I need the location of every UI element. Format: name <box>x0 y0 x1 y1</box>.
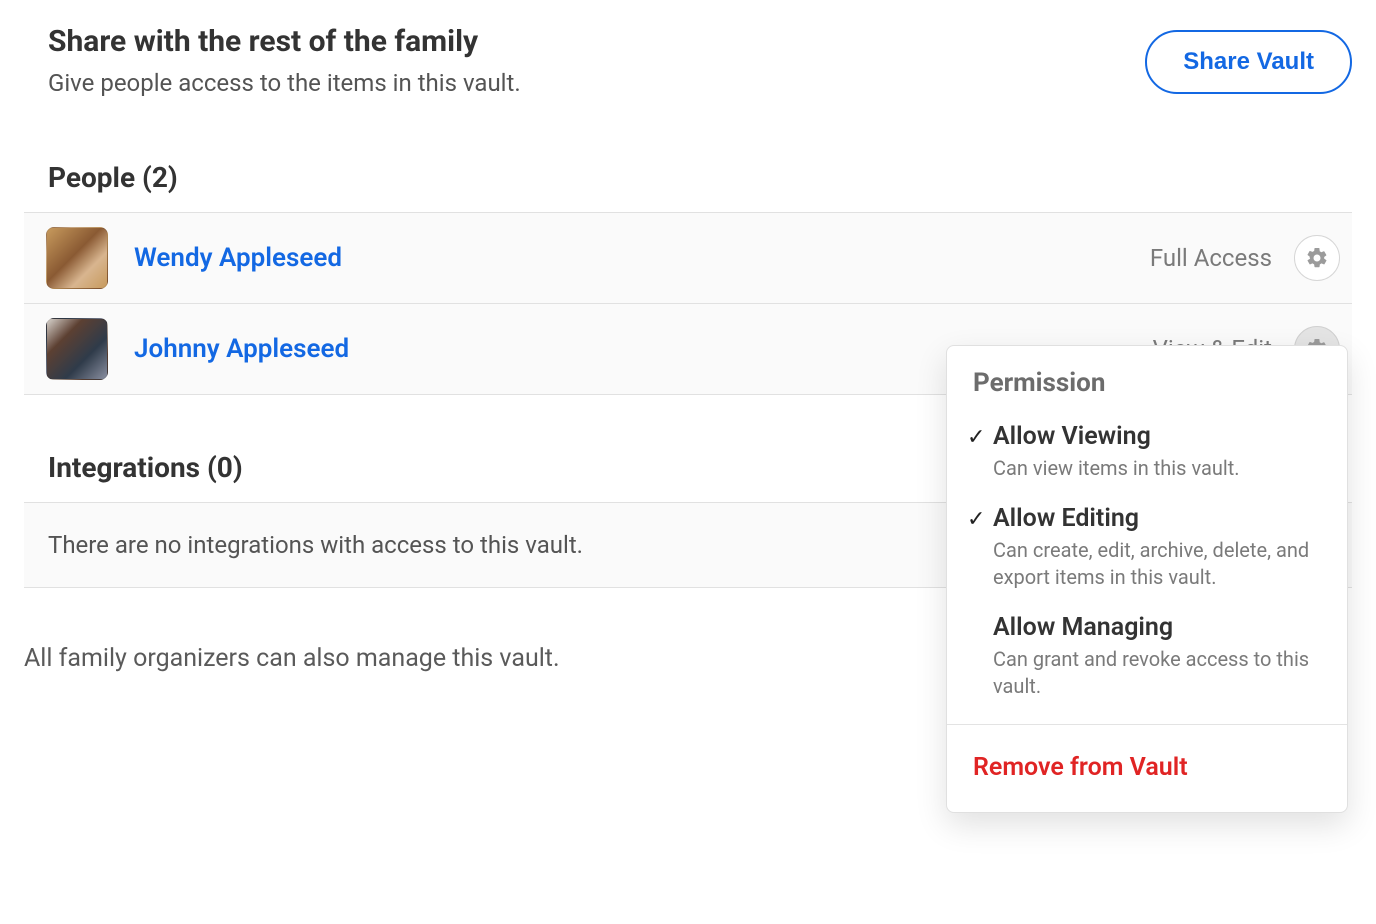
permission-option-allow-viewing[interactable]: ✓ Allow Viewing Can view items in this v… <box>947 410 1347 492</box>
permission-option-label: Allow Editing <box>993 504 1321 533</box>
permission-option-label: Allow Managing <box>993 613 1321 642</box>
permission-option-desc: Can view items in this vault. <box>993 455 1321 482</box>
share-vault-button[interactable]: Share Vault <box>1145 30 1352 94</box>
permission-option-label: Allow Viewing <box>993 422 1321 451</box>
permission-popup: Permission ✓ Allow Viewing Can view item… <box>946 345 1348 813</box>
page-title: Share with the rest of the family <box>48 24 521 59</box>
permission-option-allow-editing[interactable]: ✓ Allow Editing Can create, edit, archiv… <box>947 492 1347 601</box>
access-level: Full Access <box>1150 244 1272 272</box>
check-icon: ✓ <box>967 422 991 482</box>
permission-option-allow-managing[interactable]: Allow Managing Can grant and revoke acce… <box>947 601 1347 710</box>
person-settings-button[interactable] <box>1294 235 1340 281</box>
permission-option-desc: Can create, edit, archive, delete, and e… <box>993 537 1321 591</box>
page-subtitle: Give people access to the items in this … <box>48 69 521 97</box>
check-icon: ✓ <box>967 504 991 591</box>
gear-icon <box>1305 246 1329 270</box>
avatar <box>46 318 108 380</box>
avatar <box>46 227 108 289</box>
people-heading: People (2) <box>24 105 1352 212</box>
permission-option-desc: Can grant and revoke access to this vaul… <box>993 646 1321 700</box>
person-row: Wendy Appleseed Full Access <box>24 213 1352 304</box>
person-name-link[interactable]: Wendy Appleseed <box>134 243 1150 273</box>
remove-from-vault-button[interactable]: Remove from Vault <box>947 725 1347 812</box>
check-icon <box>967 613 991 700</box>
permission-popup-title: Permission <box>947 346 1347 410</box>
